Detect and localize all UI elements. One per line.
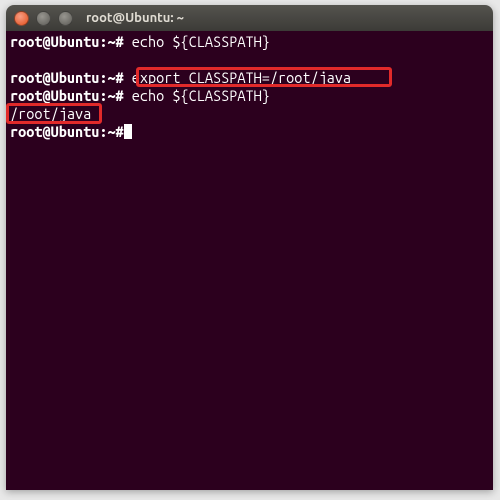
close-icon[interactable] (14, 11, 29, 26)
terminal-line: root@Ubuntu:~# echo ${CLASSPATH} (10, 33, 489, 51)
window-title: root@Ubuntu: ~ (86, 11, 184, 25)
terminal-body[interactable]: root@Ubuntu:~# echo ${CLASSPATH} root@Ub… (6, 31, 493, 490)
terminal-line: root@Ubuntu:~# echo ${CLASSPATH} (10, 87, 489, 105)
shell-prompt: root@Ubuntu:~# (10, 123, 124, 140)
shell-command: export CLASSPATH=/root/java (124, 69, 351, 86)
minimize-icon[interactable] (36, 11, 51, 26)
shell-command: echo ${CLASSPATH} (124, 87, 270, 104)
shell-prompt: root@Ubuntu:~# (10, 69, 124, 86)
terminal-line: root@Ubuntu:~# (10, 123, 489, 141)
terminal-line (10, 51, 489, 69)
terminal-line: root@Ubuntu:~# export CLASSPATH=/root/ja… (10, 69, 489, 87)
titlebar[interactable]: root@Ubuntu: ~ (6, 5, 493, 31)
terminal-output: /root/java (10, 105, 489, 123)
shell-prompt: root@Ubuntu:~# (10, 87, 124, 104)
terminal-window: root@Ubuntu: ~ root@Ubuntu:~# echo ${CLA… (6, 5, 493, 490)
cursor-icon (124, 124, 132, 139)
shell-prompt: root@Ubuntu:~# (10, 33, 124, 50)
shell-command: echo ${CLASSPATH} (124, 33, 270, 50)
maximize-icon[interactable] (58, 11, 73, 26)
